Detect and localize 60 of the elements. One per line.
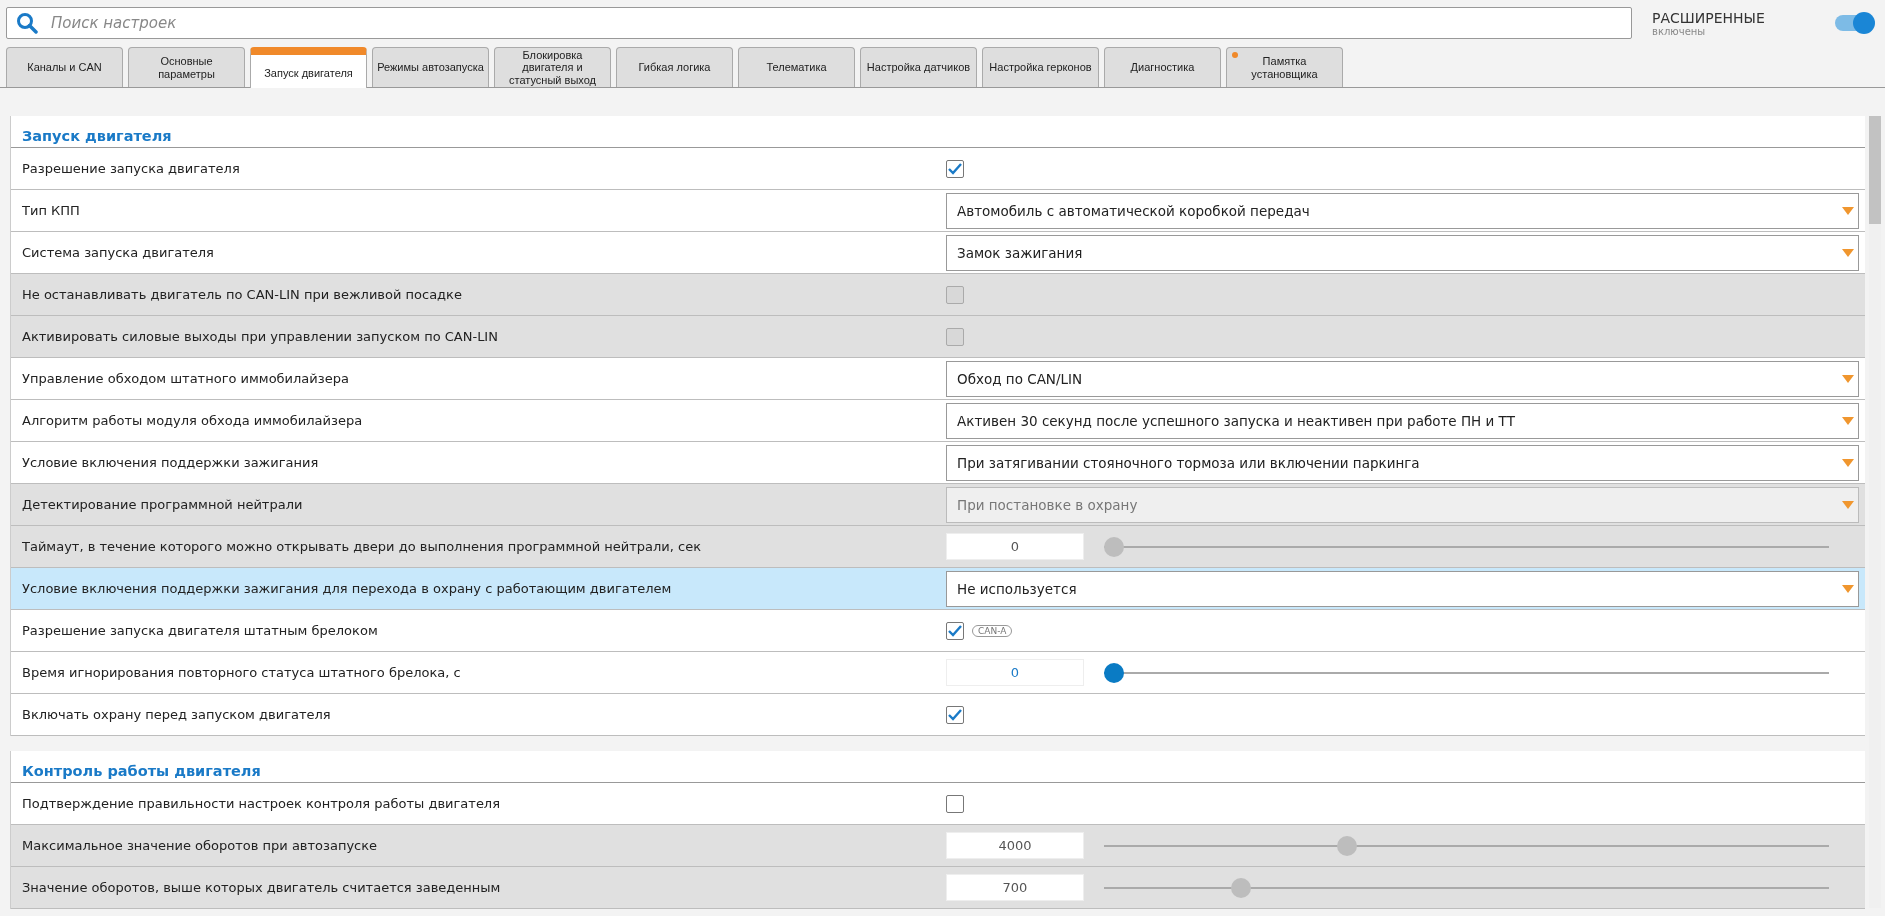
setting-label: Условие включения поддержки зажигания для перехода в охрану с работающим двигателем	[22, 581, 672, 596]
caret-icon	[1842, 248, 1854, 257]
setting-label: Управление обходом штатного иммобилайзера	[22, 371, 349, 386]
caret-icon	[1842, 584, 1854, 593]
setting-label: Значение оборотов, выше которых двигатель считается заведенным	[22, 880, 501, 895]
tab[interactable]: Запуск двигателя	[250, 47, 367, 88]
tab[interactable]: Режимы автозапуска	[372, 47, 489, 87]
setting-label: Время игнорирования повторного статуса штатного брелока, с	[22, 665, 461, 680]
slider[interactable]	[1104, 662, 1829, 683]
dropdown[interactable]: Замок зажигания	[946, 234, 1859, 271]
caret-icon	[1842, 500, 1854, 509]
caret-icon	[1842, 458, 1854, 467]
tab[interactable]: Основные параметры	[128, 47, 245, 87]
caret-icon	[1842, 374, 1854, 383]
tab[interactable]: Телематика	[738, 47, 855, 87]
checkbox[interactable]	[946, 705, 964, 724]
setting-label: Условие включения поддержки зажигания	[22, 455, 319, 470]
setting-label: Подтверждение правильности настроек контроля работы двигателя	[22, 796, 500, 811]
setting-label: Разрешение запуска двигателя штатным брелоком	[22, 623, 378, 638]
dropdown[interactable]: Не используется	[946, 570, 1859, 607]
tab[interactable]: Блокировка двигателя и статусный выход	[494, 47, 611, 87]
settings-row[interactable]: Тип КПП Автомобиль с автоматической коробкой передач	[11, 190, 1865, 232]
settings-row[interactable]: Условие включения поддержки зажигания При затягивании стояночного тормоза или включении паркинга	[11, 442, 1865, 484]
search-field[interactable]: Поиск настроек	[6, 7, 1632, 39]
setting-label: Максимальное значение оборотов при автозапуске	[22, 838, 378, 853]
advanced-toggle[interactable]	[1835, 15, 1873, 31]
dropdown[interactable]: Обход по CAN/LIN	[946, 360, 1859, 397]
settings-row[interactable]: Условие включения поддержки зажигания для перехода в охрану с работающим двигателем Не используется	[11, 568, 1865, 610]
checkbox[interactable]	[946, 621, 964, 640]
setting-label: Включать охрану перед запуском двигателя	[22, 707, 331, 722]
setting-label: Разрешение запуска двигателя	[22, 161, 240, 176]
setting-label: Система запуска двигателя	[22, 245, 214, 260]
tab[interactable]: Памятка установщика	[1226, 47, 1343, 87]
setting-label: Алгоритм работы модуля обхода иммобилайзера	[22, 413, 363, 428]
slider-thumb[interactable]	[1104, 662, 1124, 683]
advanced-status: включены	[1652, 25, 1707, 37]
dropdown[interactable]: При затягивании стояночного тормоза или включении паркинга	[946, 444, 1859, 481]
caret-icon	[1842, 206, 1854, 215]
tab[interactable]: Настройка герконов	[982, 47, 1099, 87]
setting-label: Тип КПП	[22, 203, 80, 218]
number-field[interactable]: 0	[946, 659, 1084, 686]
dropdown[interactable]: Активен 30 секунд после успешного запуска и неактивен при работе ПН и ТТ	[946, 402, 1859, 439]
advanced-label: РАСШИРЕННЫЕ	[1652, 9, 1765, 26]
setting-label: Таймаут, в течение которого можно открывать двери до выполнения программной нейтрали, сек	[22, 539, 701, 554]
checkbox[interactable]	[946, 159, 964, 178]
settings-row[interactable]: Алгоритм работы модуля обхода иммобилайзера Активен 30 секунд после успешного запуска и неактивен при работе ПН и ТТ	[11, 400, 1865, 442]
tab[interactable]: Гибкая логика	[616, 47, 733, 87]
tab[interactable]: Каналы и CAN	[6, 47, 123, 87]
setting-label: Детектирование программной нейтрали	[22, 497, 303, 512]
section-title: Контроль работы двигателя	[22, 763, 261, 779]
settings-row[interactable]: Система запуска двигателя Замок зажигания	[11, 232, 1865, 274]
caret-icon	[1842, 416, 1854, 425]
tab[interactable]: Настройка датчиков	[860, 47, 977, 87]
checkbox[interactable]	[946, 794, 964, 813]
settings-row[interactable]: Управление обходом штатного иммобилайзера Обход по CAN/LIN	[11, 358, 1865, 400]
setting-label: Не останавливать двигатель по CAN-LIN при вежливой посадке	[22, 287, 462, 302]
dropdown[interactable]: Автомобиль с автоматической коробкой передач	[946, 192, 1859, 229]
tab[interactable]: Диагностика	[1104, 47, 1221, 87]
setting-label: Активировать силовые выходы при управлении запуском по CAN-LIN	[22, 329, 498, 344]
section-title: Запуск двигателя	[22, 128, 172, 144]
